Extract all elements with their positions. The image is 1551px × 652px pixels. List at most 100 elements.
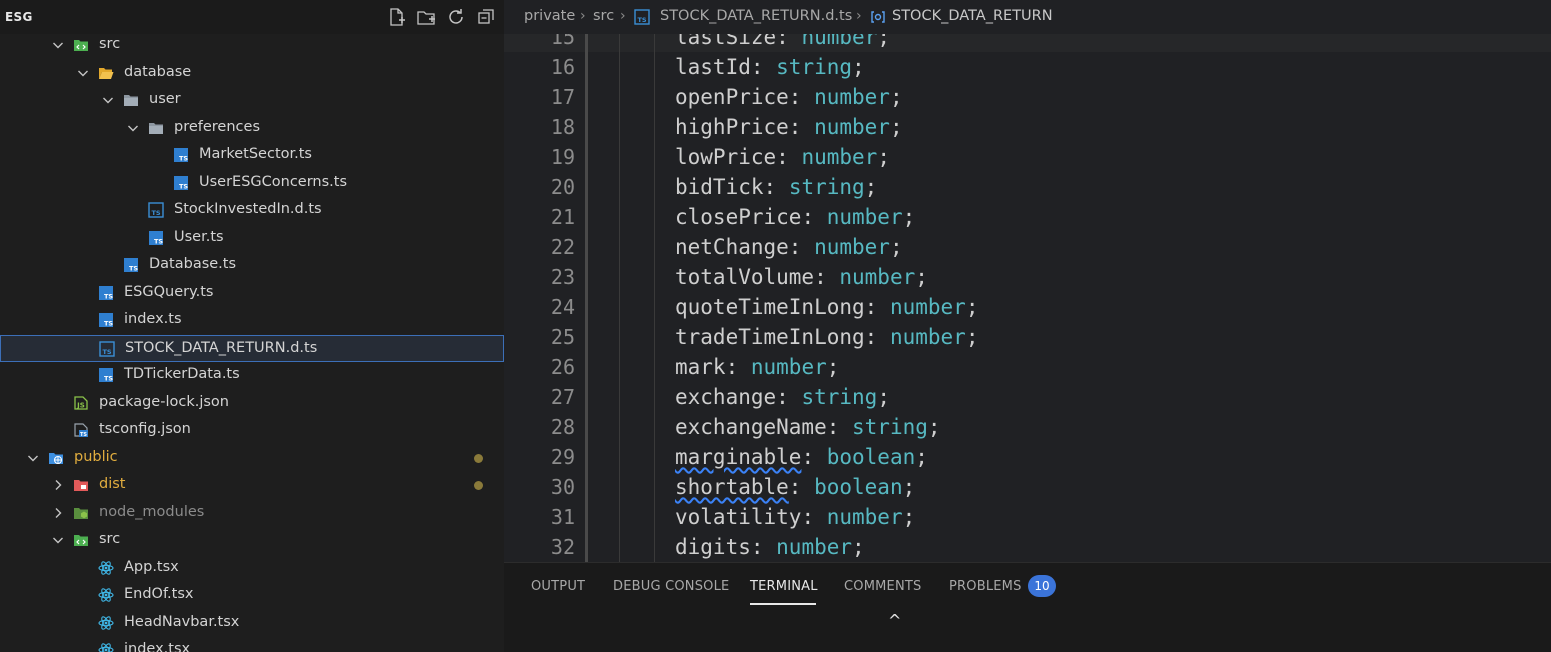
tree-item-label: dist [99, 476, 126, 492]
new-folder-icon[interactable] [416, 7, 436, 27]
breadcrumb-item-src[interactable]: src [593, 8, 614, 24]
tree-item-label: App.tsx [124, 558, 179, 575]
code-line[interactable]: 23 totalVolume: number; [504, 262, 1551, 292]
tab-problems[interactable]: PROBLEMS [949, 579, 1022, 594]
tree-item[interactable]: TS index.ts [0, 307, 504, 334]
collapse-all-icon[interactable] [476, 7, 496, 27]
svg-text:TS: TS [102, 348, 111, 356]
tree-item[interactable]: src [0, 32, 504, 59]
chevron-right-icon: › [580, 8, 586, 24]
typescript-definition-file-icon: TS [148, 202, 164, 218]
tree-item[interactable]: preferences [0, 115, 504, 142]
indent-guide [654, 34, 655, 562]
chevron-down-icon[interactable] [75, 65, 91, 81]
property-name: marginable [675, 445, 802, 469]
colon-punct: : [750, 535, 777, 559]
chevron-down-icon[interactable] [125, 120, 141, 136]
tree-item[interactable]: TS StockInvestedIn.d.ts [0, 197, 504, 224]
tab-debug-console[interactable]: DEBUG CONSOLE [613, 579, 729, 594]
type-name: string [852, 415, 928, 439]
svg-text:TS: TS [151, 209, 160, 217]
colon-punct: : [801, 445, 827, 469]
code-line[interactable]: 16 lastId: string; [504, 52, 1551, 82]
property-name: mark [675, 355, 726, 379]
tree-item[interactable]: dist [0, 472, 504, 499]
react-file-icon [98, 615, 114, 631]
tree-item[interactable]: TS Database.ts [0, 252, 504, 279]
breadcrumb-item-private[interactable]: private [524, 8, 575, 24]
code-editor[interactable]: 15 lastSize: number; 16 lastId: string; 17 op… [504, 0, 1551, 562]
code-line[interactable]: 27 exchange: string; [504, 382, 1551, 412]
colon-punct: : [776, 385, 802, 409]
tab-comments[interactable]: COMMENTS [844, 579, 921, 594]
code-line[interactable]: 22 netChange: number; [504, 232, 1551, 262]
tree-item[interactable]: node_modules [0, 500, 504, 527]
code-line[interactable]: 21 closePrice: number; [504, 202, 1551, 232]
tree-item[interactable]: TS User.ts [0, 225, 504, 252]
code-line[interactable]: 28 exchangeName: string; [504, 412, 1551, 442]
code-line[interactable]: 24 quoteTimeInLong: number; [504, 292, 1551, 322]
tree-item[interactable]: TS tsconfig.json [0, 417, 504, 444]
chevron-right-icon[interactable] [50, 477, 66, 493]
code-text: openPrice: number; [675, 82, 903, 112]
code-text: volatility: number; [675, 502, 915, 532]
chevron-right-icon[interactable] [50, 505, 66, 521]
typescript-file-icon: TS [173, 147, 189, 163]
breadcrumb-item-file[interactable]: STOCK_DATA_RETURN.d.ts [660, 8, 852, 24]
tree-item[interactable]: src [0, 527, 504, 554]
colon-punct: : [788, 85, 815, 109]
chevron-right-icon: › [856, 8, 862, 24]
line-number: 30 [550, 475, 575, 499]
tree-item[interactable]: TS MarketSector.ts [0, 142, 504, 169]
code-line[interactable]: 19 lowPrice: number; [504, 142, 1551, 172]
type-name: number [889, 295, 966, 319]
chevron-down-icon[interactable] [50, 37, 66, 53]
code-line[interactable]: 18 highPrice: number; [504, 112, 1551, 142]
chevron-down-icon[interactable] [25, 450, 41, 466]
line-number: 24 [550, 295, 575, 319]
code-text: bidTick: string; [675, 172, 877, 202]
tree-item[interactable]: TS UserESGConcerns.ts [0, 170, 504, 197]
tab-output[interactable]: OUTPUT [531, 579, 585, 594]
code-text: totalVolume: number; [675, 262, 928, 292]
semicolon-punct: ; [877, 385, 890, 409]
tree-item[interactable]: App.tsx [0, 555, 504, 582]
tree-item[interactable]: HeadNavbar.tsx [0, 610, 504, 637]
code-line[interactable]: 25 tradeTimeInLong: number; [504, 322, 1551, 352]
react-file-icon [98, 587, 114, 603]
tree-item-label: index.tsx [124, 641, 191, 652]
code-line[interactable]: 26 mark: number; [504, 352, 1551, 382]
tree-item[interactable]: EndOf.tsx [0, 582, 504, 609]
code-line[interactable]: 31 volatility: number; [504, 502, 1551, 532]
breadcrumb-item-symbol[interactable]: STOCK_DATA_RETURN [892, 8, 1053, 24]
folder-icon [148, 120, 164, 136]
type-name: boolean [826, 445, 916, 469]
refresh-icon[interactable] [446, 7, 466, 27]
tree-item[interactable]: database [0, 60, 504, 87]
svg-text:TS: TS [104, 292, 113, 300]
new-file-icon[interactable] [386, 7, 406, 27]
semicolon-punct: ; [864, 175, 878, 199]
tree-item[interactable]: public [0, 445, 504, 472]
tree-item[interactable]: TS ESGQuery.ts [0, 280, 504, 307]
colon-punct: : [864, 295, 890, 319]
code-line[interactable]: 30 shortable: boolean; [504, 472, 1551, 502]
semicolon-punct: ; [902, 475, 916, 499]
react-file-icon [98, 560, 114, 576]
code-line[interactable]: 29 marginable: boolean; [504, 442, 1551, 472]
tree-item[interactable]: TS TDTickerData.ts [0, 362, 504, 389]
line-number: 20 [550, 175, 575, 199]
chevron-down-icon[interactable] [50, 532, 66, 548]
code-line[interactable]: 20 bidTick: string; [504, 172, 1551, 202]
tree-item[interactable]: TS STOCK_DATA_RETURN.d.ts [0, 334, 504, 362]
tree-item[interactable]: index.tsx [0, 637, 504, 652]
tree-item[interactable]: user [0, 87, 504, 114]
tree-item-label: HeadNavbar.tsx [124, 613, 240, 630]
chevron-down-icon[interactable] [100, 92, 116, 108]
tree-item[interactable]: JS package-lock.json [0, 390, 504, 417]
colon-punct: : [763, 175, 789, 199]
tab-terminal[interactable]: TERMINAL [750, 579, 818, 594]
colon-punct: : [826, 415, 853, 439]
code-line[interactable]: 17 openPrice: number; [504, 82, 1551, 112]
code-line[interactable]: 32 digits: number; [504, 532, 1551, 562]
